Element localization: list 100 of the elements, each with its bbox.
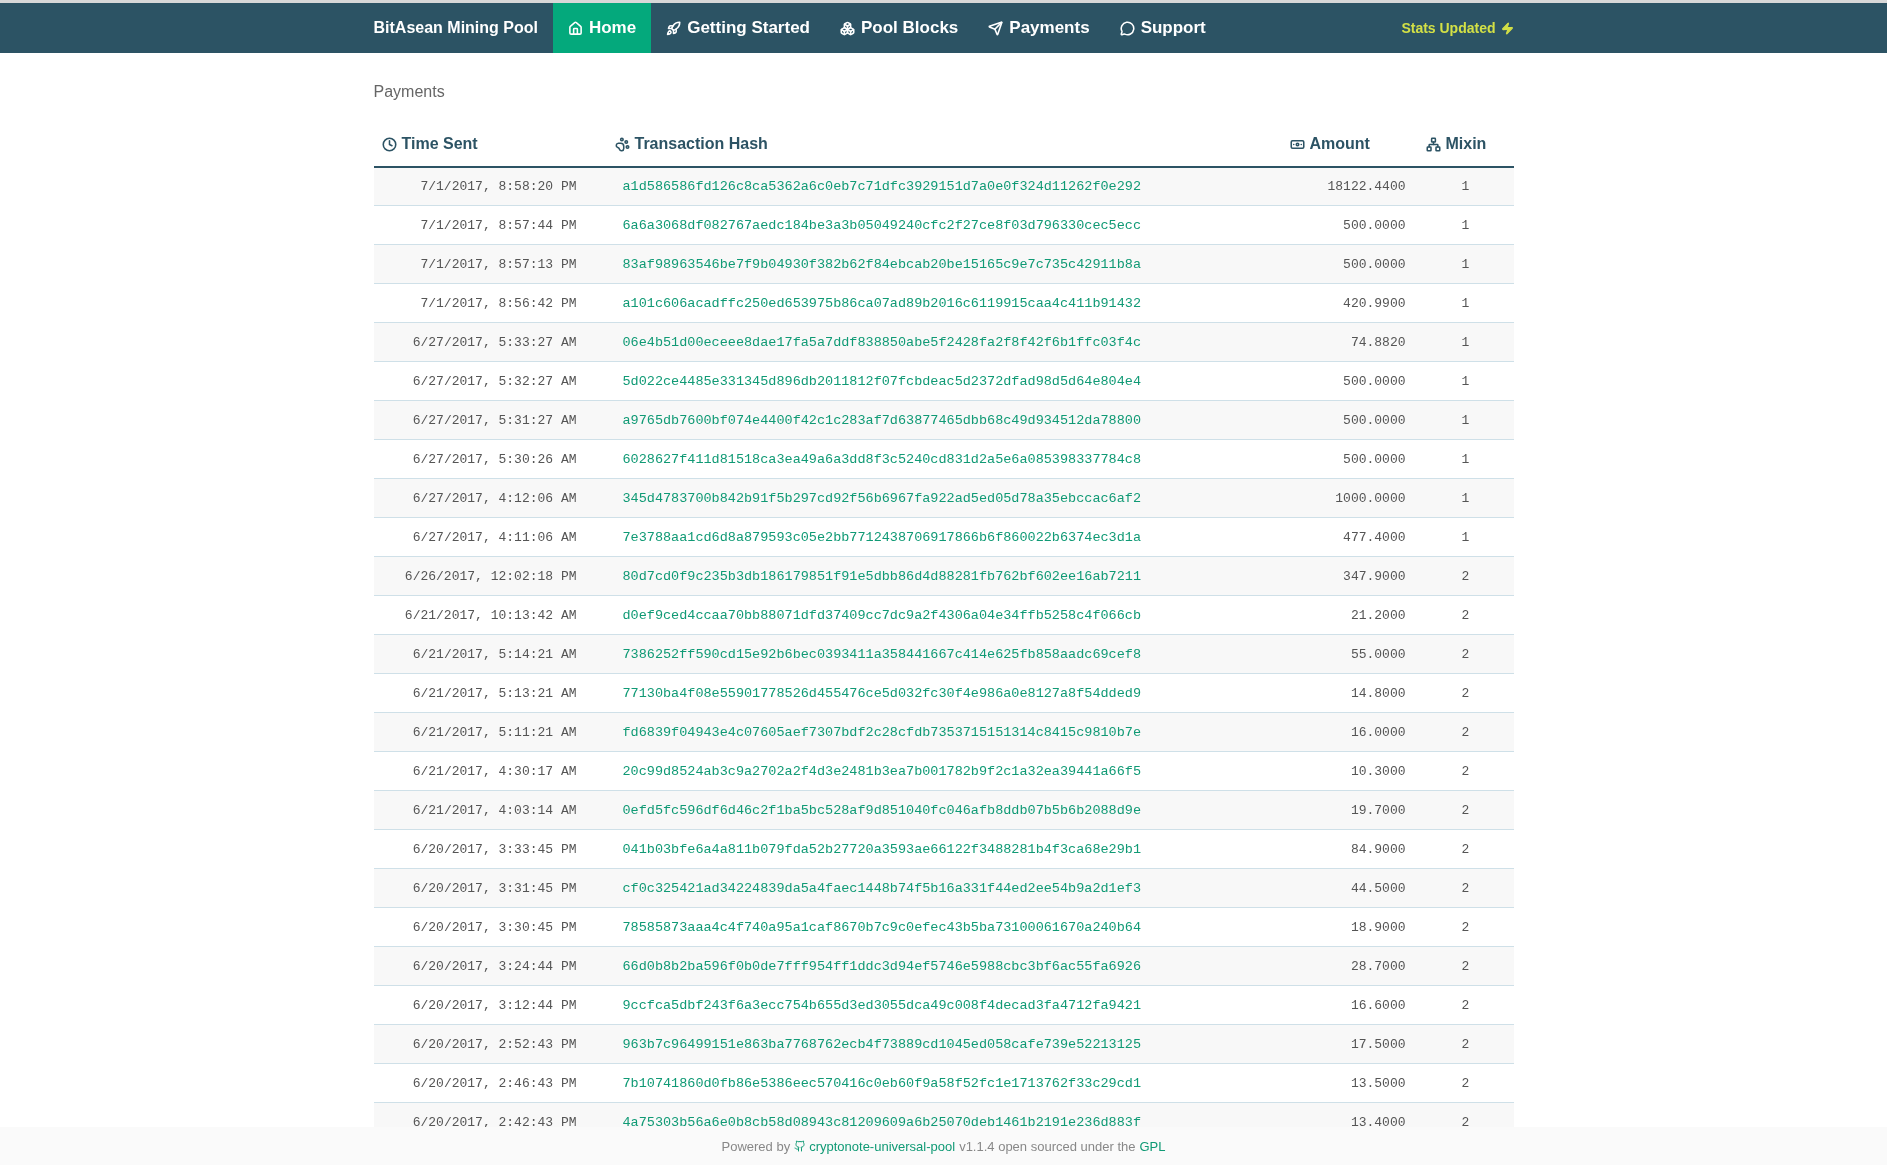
transaction-hash-link[interactable]: a9765db7600bf074e4400f42c1c283af7d63877465dbb68c49d934512da78800 [622, 412, 1141, 428]
time-cell: 6/21/2017, 4:30:17 AM [373, 751, 607, 791]
time-cell: 6/21/2017, 10:13:42 AM [373, 595, 607, 635]
column-header: Transaction Hash [614, 135, 768, 153]
mixin-cell: 2 [1417, 751, 1514, 791]
mixin-cell: 2 [1417, 1063, 1514, 1103]
time-cell: 6/21/2017, 5:13:21 AM [373, 673, 607, 713]
amount-cell: 500.0000 [1265, 205, 1418, 245]
nav-link[interactable]: Payments [973, 3, 1105, 53]
rocket-icon [666, 20, 682, 36]
amount-cell: 13.4000 [1265, 1102, 1418, 1127]
time-cell: 6/20/2017, 3:33:45 PM [373, 829, 607, 869]
column-header: Time Sent [381, 135, 478, 153]
mixin-cell: 1 [1417, 205, 1514, 245]
amount-cell: 44.5000 [1265, 868, 1418, 908]
transaction-hash-link[interactable]: 345d4783700b842b91f5b297cd92f56b6967fa922ad5ed05d78a35ebccac6af2 [622, 490, 1141, 506]
mixin-cell: 2 [1417, 829, 1514, 869]
amount-cell: 55.0000 [1265, 634, 1418, 674]
transaction-hash-link[interactable]: 06e4b51d00eceee8dae17fa5a7ddf838850abe5f2428fa2f8f42f6b1ffc03f4c [622, 334, 1141, 350]
amount-cell: 500.0000 [1265, 361, 1418, 401]
time-cell: 6/21/2017, 5:14:21 AM [373, 634, 607, 674]
transaction-hash-link[interactable]: a101c606acadffc250ed653975b86ca07ad89b2016c6119915caa4c411b91432 [622, 295, 1141, 311]
transaction-hash-link[interactable]: 7386252ff590cd15e92b6bec0393411a358441667c414e625fb858aadc69cef8 [622, 646, 1141, 662]
time-cell: 6/20/2017, 3:12:44 PM [373, 985, 607, 1025]
amount-cell: 13.5000 [1265, 1063, 1418, 1103]
nav-link[interactable]: Getting Started [651, 3, 825, 53]
transaction-hash-link[interactable]: 66d0b8b2ba596f0b0de7fff954ff1ddc3d94ef5746e5988cbc3bf6ac55fa6926 [622, 958, 1141, 974]
paper-plane-icon [988, 20, 1004, 36]
paw-icon [614, 136, 630, 152]
transaction-hash-link[interactable]: 5d022ce4485e331345d896db2011812f07fcbdeac5d2372dfad98d5d64e804e4 [622, 373, 1141, 389]
github-icon [794, 1140, 807, 1152]
nav-link[interactable]: Support [1104, 3, 1221, 53]
mixin-cell: 2 [1417, 595, 1514, 635]
footer-text: v1.1.4 open sourced under the [959, 1138, 1136, 1154]
time-cell: 6/21/2017, 4:03:14 AM [373, 790, 607, 830]
transaction-hash-link[interactable]: cf0c325421ad34224839da5a4faec1448b74f5b16a331f44ed2ee54b9a2d1ef3 [622, 880, 1141, 896]
time-cell: 7/1/2017, 8:56:42 PM [373, 283, 607, 323]
mixin-cell: 1 [1417, 322, 1514, 362]
lightning-icon [1500, 21, 1514, 35]
amount-cell: 28.7000 [1265, 946, 1418, 986]
time-cell: 6/21/2017, 5:11:21 AM [373, 712, 607, 752]
mixin-cell: 2 [1417, 790, 1514, 830]
mixin-cell: 1 [1417, 478, 1514, 518]
amount-cell: 500.0000 [1265, 244, 1418, 284]
column-header: Mixin [1425, 135, 1487, 153]
transaction-hash-link[interactable]: a1d586586fd126c8ca5362a6c0eb7c71dfc3929151d7a0e0f324d11262f0e292 [622, 178, 1141, 194]
transaction-hash-link[interactable]: fd6839f04943e4c07605aef7307bdf2c28cfdb7353715151314c8415c9810b7e [622, 724, 1141, 740]
amount-cell: 500.0000 [1265, 439, 1418, 479]
nav-link[interactable]: Pool Blocks [825, 3, 974, 53]
time-cell: 7/1/2017, 8:57:13 PM [373, 244, 607, 284]
transaction-hash-link[interactable]: 7e3788aa1cd6d8a879593c05e2bb7712438706917866b6f860022b6374ec3d1a [622, 529, 1141, 545]
column-header: Amount [1289, 135, 1370, 153]
mixin-cell: 1 [1417, 400, 1514, 440]
transaction-hash-link[interactable]: 6028627f411d81518ca3ea49a6a3dd8f3c5240cd831d2a5e6a085398337784c8 [622, 451, 1141, 467]
cubes-icon [840, 20, 855, 36]
mixin-cell: 2 [1417, 634, 1514, 674]
mixin-cell: 1 [1417, 361, 1514, 401]
license-link[interactable]: GPL [1139, 1138, 1166, 1154]
transaction-hash-link[interactable]: 77130ba4f08e55901778526d455476ce5d032fc30f4e986a0e8127a8f54dded9 [622, 685, 1141, 701]
stats-updated-status: Stats Updated [1401, 3, 1514, 53]
mixin-cell: 1 [1417, 166, 1514, 206]
transaction-hash-link[interactable]: 4a75303b56a6e0b8cb58d08943c81209609a6b25070deb1461b2191e236d883f [622, 1114, 1141, 1127]
time-cell: 7/1/2017, 8:58:20 PM [373, 166, 607, 206]
transaction-hash-link[interactable]: 041b03bfe6a4a811b079fda52b27720a3593ae66122f3488281b4f3ca68e29b1 [622, 841, 1141, 857]
time-cell: 6/27/2017, 5:32:27 AM [373, 361, 607, 401]
time-cell: 7/1/2017, 8:57:44 PM [373, 205, 607, 245]
amount-cell: 16.6000 [1265, 985, 1418, 1025]
clock-icon [381, 136, 397, 152]
transaction-hash-link[interactable]: d0ef9ced4ccaa70bb88071dfd37409cc7dc9a2f4306a04e34ffb5258c4f066cb [622, 607, 1141, 623]
amount-cell: 18.9000 [1265, 907, 1418, 947]
time-cell: 6/27/2017, 5:31:27 AM [373, 400, 607, 440]
mixin-cell: 2 [1417, 985, 1514, 1025]
mixin-cell: 2 [1417, 946, 1514, 986]
mixin-cell: 1 [1417, 517, 1514, 557]
nav-link[interactable]: Home [552, 3, 652, 53]
project-link[interactable]: cryptonote-universal-pool [794, 1138, 956, 1154]
amount-cell: 420.9900 [1265, 283, 1418, 323]
amount-cell: 477.4000 [1265, 517, 1418, 557]
transaction-hash-link[interactable]: 80d7cd0f9c235b3db186179851f91e5dbb86d4d88281fb762bf602ee16ab7211 [622, 568, 1141, 584]
transaction-hash-link[interactable]: 6a6a3068df082767aedc184be3a3b05049240cfc2f27ce8f03d796330cec5ecc [622, 217, 1141, 233]
page-title: Payments [373, 83, 446, 101]
amount-cell: 16.0000 [1265, 712, 1418, 752]
transaction-hash-link[interactable]: 0efd5fc596df6d46c2f1ba5bc528af9d851040fc046afb8ddb07b5b6b2088d9e [622, 802, 1141, 818]
transaction-hash-link[interactable]: 963b7c96499151e863ba7768762ecb4f73889cd1045ed058cafe739e52213125 [622, 1036, 1141, 1052]
mixin-cell: 2 [1417, 868, 1514, 908]
time-cell: 6/26/2017, 12:02:18 PM [373, 556, 607, 596]
amount-cell: 17.5000 [1265, 1024, 1418, 1064]
mixin-cell: 1 [1417, 244, 1514, 284]
amount-cell: 347.9000 [1265, 556, 1418, 596]
time-cell: 6/20/2017, 3:24:44 PM [373, 946, 607, 986]
brand-name: BitAsean Mining Pool [373, 18, 539, 38]
transaction-hash-link[interactable]: 78585873aaa4c4f740a95a1caf8670b7c9c0efec43b5ba73100061670a240b64 [622, 919, 1141, 935]
transaction-hash-link[interactable]: 7b10741860d0fb86e5386eec570416c0eb60f9a58f52fc1e1713762f33c29cd1 [622, 1075, 1141, 1091]
time-cell: 6/27/2017, 5:33:27 AM [373, 322, 607, 362]
time-cell: 6/20/2017, 3:30:45 PM [373, 907, 607, 947]
home-icon [567, 20, 583, 36]
time-cell: 6/20/2017, 2:46:43 PM [373, 1063, 607, 1103]
transaction-hash-link[interactable]: 9ccfca5dbf243f6a3ecc754b655d3ed3055dca49c008f4decad3fa4712fa9421 [622, 997, 1141, 1013]
transaction-hash-link[interactable]: 20c99d8524ab3c9a2702a2f4d3e2481b3ea7b001782b9f2c1a32ea39441a66f5 [622, 763, 1141, 779]
transaction-hash-link[interactable]: 83af98963546be7f9b04930f382b62f84ebcab20be15165c9e7c735c42911b8a [622, 256, 1141, 272]
